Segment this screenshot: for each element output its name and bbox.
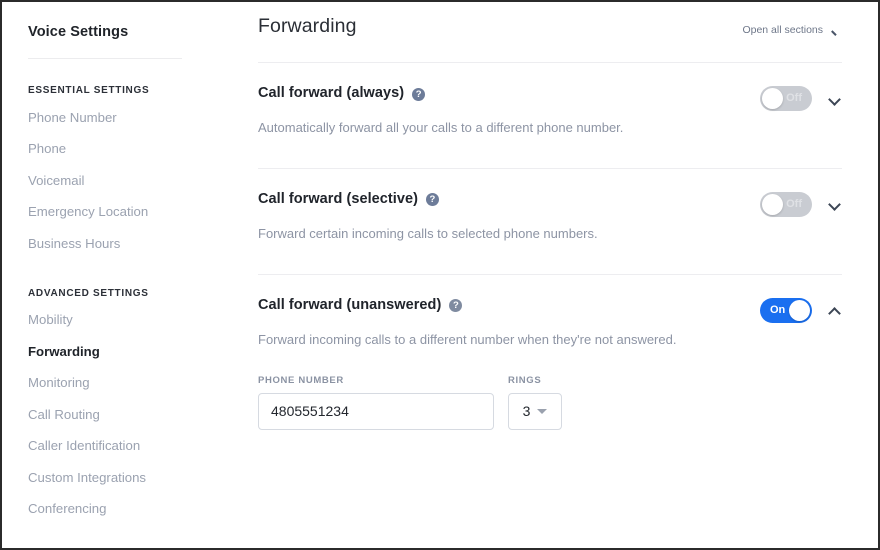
main-content: Forwarding Open all sections Call forwar… bbox=[242, 2, 878, 548]
setting-section-call-forward-selective: Call forward (selective) ? Off Forward c… bbox=[258, 169, 842, 275]
sidebar-item-monitoring[interactable]: Monitoring bbox=[2, 368, 242, 400]
section-label-row: Call forward (always) ? bbox=[258, 85, 426, 101]
sidebar-group-essential: ESSENTIAL SETTINGS Phone Number Phone Vo… bbox=[2, 85, 242, 260]
phone-number-field-group: PHONE NUMBER bbox=[258, 375, 494, 430]
open-all-sections-button[interactable]: Open all sections bbox=[742, 24, 842, 36]
section-controls: On bbox=[760, 297, 842, 323]
toggle-call-forward-unanswered[interactable]: On bbox=[760, 297, 812, 323]
open-all-sections-label: Open all sections bbox=[742, 24, 823, 36]
rings-field-group: RINGS 3 bbox=[508, 375, 562, 430]
sidebar-item-emergency-location[interactable]: Emergency Location bbox=[2, 197, 242, 229]
section-header: Call forward (unanswered) ? On bbox=[258, 297, 842, 323]
phone-number-input[interactable] bbox=[258, 392, 494, 430]
section-title: Call forward (always) bbox=[258, 85, 405, 101]
sidebar-item-conferencing[interactable]: Conferencing bbox=[2, 494, 242, 526]
toggle-state-label: Off bbox=[786, 92, 802, 104]
sidebar-item-business-hours[interactable]: Business Hours bbox=[2, 228, 242, 260]
sidebar-item-mobility[interactable]: Mobility bbox=[2, 305, 242, 337]
rings-select[interactable]: 3 bbox=[508, 392, 562, 430]
chevron-down-icon bbox=[537, 408, 548, 414]
section-label-row: Call forward (unanswered) ? bbox=[258, 296, 463, 313]
section-title: Call forward (selective) bbox=[258, 190, 418, 207]
rings-label: RINGS bbox=[508, 374, 542, 386]
section-title: Call forward (unanswered) bbox=[258, 296, 442, 313]
toggle-state-label: Off bbox=[786, 197, 802, 210]
setting-section-call-forward-unanswered: Call forward (unanswered) ? On Forward i… bbox=[258, 275, 842, 430]
app-window: Voice Settings ESSENTIAL SETTINGS Phone … bbox=[0, 0, 880, 550]
section-description: Automatically forward all your calls to … bbox=[258, 120, 624, 135]
sidebar-item-voicemail[interactable]: Voicemail bbox=[2, 165, 242, 197]
section-description: Forward incoming calls to a different nu… bbox=[258, 331, 677, 347]
toggle-knob bbox=[762, 88, 783, 109]
help-circle-icon[interactable]: ? bbox=[412, 87, 426, 101]
section-description: Forward certain incoming calls to select… bbox=[258, 225, 598, 241]
toggle-state-label: On bbox=[770, 303, 786, 316]
toggle-call-forward-selective[interactable]: Off bbox=[760, 191, 812, 217]
sidebar-group-heading-advanced: ADVANCED SETTINGS bbox=[28, 287, 149, 299]
section-label-row: Call forward (selective) ? bbox=[258, 191, 439, 207]
sidebar: Voice Settings ESSENTIAL SETTINGS Phone … bbox=[2, 2, 242, 548]
sidebar-group-advanced: ADVANCED SETTINGS Mobility Forwarding Mo… bbox=[2, 288, 242, 526]
sidebar-item-forwarding[interactable]: Forwarding bbox=[2, 336, 242, 368]
page-title: Forwarding bbox=[258, 15, 357, 37]
sidebar-item-custom-integrations[interactable]: Custom Integrations bbox=[2, 462, 242, 494]
chevron-down-icon[interactable] bbox=[828, 92, 842, 106]
main-header: Forwarding Open all sections bbox=[258, 2, 842, 38]
phone-number-label: PHONE NUMBER bbox=[258, 374, 344, 386]
chevron-down-icon bbox=[832, 25, 842, 35]
sidebar-item-caller-identification[interactable]: Caller Identification bbox=[2, 431, 242, 463]
sidebar-item-phone-number[interactable]: Phone Number bbox=[2, 102, 242, 134]
chevron-down-icon[interactable] bbox=[828, 197, 842, 211]
sidebar-item-call-routing[interactable]: Call Routing bbox=[2, 399, 242, 431]
section-header: Call forward (always) ? Off bbox=[258, 85, 842, 111]
help-circle-icon[interactable]: ? bbox=[425, 193, 439, 207]
help-circle-icon[interactable]: ? bbox=[449, 299, 463, 313]
rings-selected-value: 3 bbox=[522, 403, 531, 420]
section-controls: Off bbox=[760, 86, 842, 111]
toggle-knob bbox=[762, 193, 783, 215]
setting-section-call-forward-always: Call forward (always) ? Off Automaticall… bbox=[258, 63, 842, 169]
toggle-knob bbox=[789, 299, 810, 321]
sidebar-group-heading-essential: ESSENTIAL SETTINGS bbox=[28, 85, 150, 96]
toggle-call-forward-always[interactable]: Off bbox=[760, 86, 812, 111]
sidebar-divider bbox=[28, 58, 182, 59]
section-header: Call forward (selective) ? Off bbox=[258, 191, 842, 217]
sidebar-item-phone[interactable]: Phone bbox=[2, 134, 242, 166]
section-controls: Off bbox=[760, 191, 842, 217]
forwarding-form: PHONE NUMBER RINGS 3 bbox=[258, 375, 842, 430]
chevron-up-icon[interactable] bbox=[828, 303, 842, 317]
sidebar-title: Voice Settings bbox=[28, 24, 129, 40]
